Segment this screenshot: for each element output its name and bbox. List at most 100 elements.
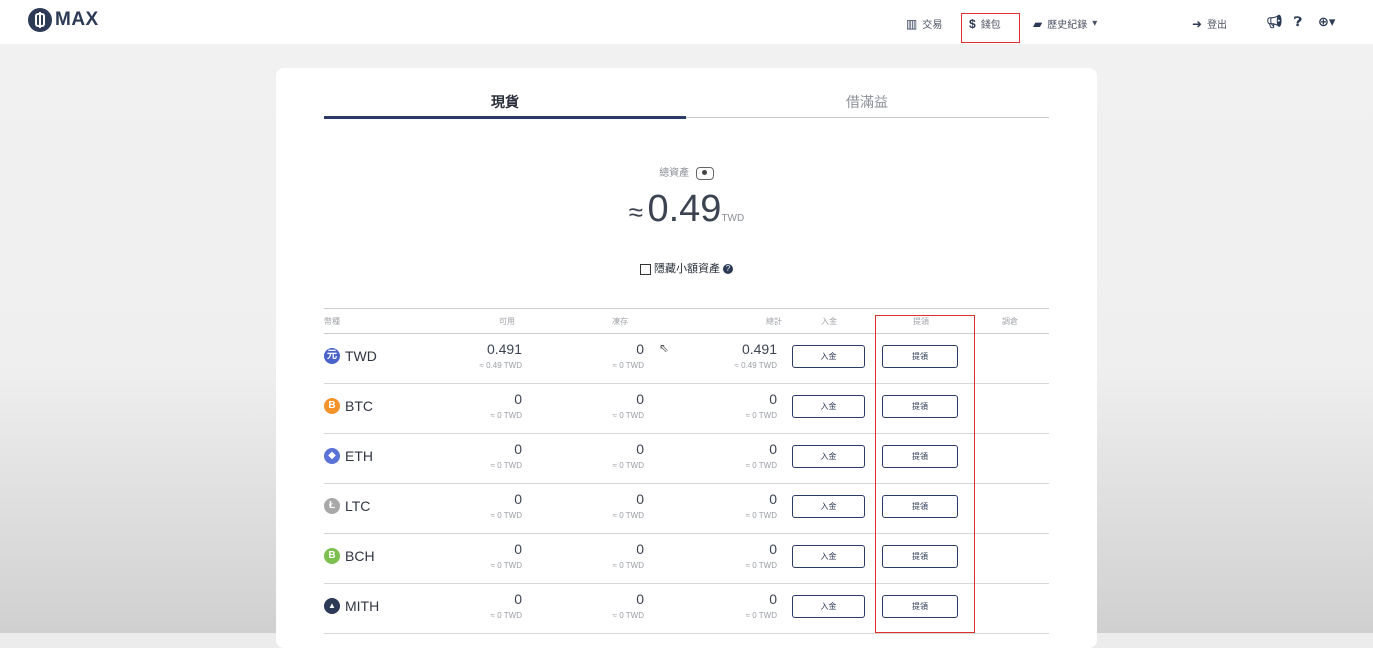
total-twd: ≈ 0 TWD [745,461,777,470]
available-twd: ≈ 0 TWD [490,511,522,520]
locked-twd: ≈ 0 TWD [612,561,644,570]
locked-value: 0 [636,441,644,457]
coin-cell: 元 TWD [324,348,377,364]
th-currency: 幣種 [324,317,340,326]
tab-spot[interactable]: 現貨 [324,92,686,112]
available-value: 0 [514,591,522,607]
nav-history-label: 歷史紀錄 [1047,20,1088,31]
ltc-icon: Ł [324,498,340,514]
coin-name: TWD [345,348,377,364]
deposit-button[interactable]: 入金 [792,445,865,468]
locked-twd: ≈ 0 TWD [612,461,644,470]
eth-icon: ◆ [324,448,340,464]
total-twd: ≈ 0 TWD [745,411,777,420]
total-value: 0 [769,541,777,557]
locked-twd: ≈ 0 TWD [612,411,644,420]
total-cell: 0 ≈ 0 TWD [697,591,777,620]
chevron-down-icon: ▾ [1092,18,1098,29]
coin-cell: B BTC [324,398,373,414]
available-cell: 0 ≈ 0 TWD [442,441,522,470]
announcement-icon[interactable]: 📢︎ [1266,14,1283,30]
nav-logout-label: 登出 [1207,20,1228,31]
btc-icon: B [324,398,340,414]
th-total: 總計 [766,317,782,326]
available-twd: ≈ 0 TWD [490,411,522,420]
deposit-button[interactable]: 入金 [792,495,865,518]
available-twd: ≈ 0 TWD [490,561,522,570]
available-cell: 0 ≈ 0 TWD [442,391,522,420]
coin-name: BCH [345,548,375,564]
locked-value: 0 [636,341,644,357]
locked-cell: 0 ≈ 0 TWD [564,441,644,470]
available-twd: ≈ 0.49 TWD [479,361,522,370]
hide-small-assets[interactable]: 隱藏小額資產? [276,260,1097,276]
globe-language-icon[interactable]: ⊕▾ [1318,14,1335,30]
tab-margin[interactable]: 借滿益 [686,92,1048,112]
coin-cell: B BCH [324,548,375,564]
coin-cell: Ł LTC [324,498,370,514]
asset-tabs: 現貨 借滿益 [324,92,1049,119]
locked-value: 0 [636,491,644,507]
active-tab-indicator [324,116,686,119]
deposit-button[interactable]: 入金 [792,595,865,618]
available-twd: ≈ 0 TWD [490,461,522,470]
total-value: 0 [769,391,777,407]
coin-cell: ◆ ETH [324,448,373,464]
total-value: 0 [769,441,777,457]
nav-trade[interactable]: ▥ 交易 [906,16,943,32]
top-navbar: MAX ▥ 交易 $ 錢包 ▰ 歷史紀錄 ▾ ➜ 登出 📢︎ ❓︎ ⊕▾ [0,0,1373,44]
locked-cell: 0 ≈ 0 TWD [564,541,644,570]
available-value: 0 [514,491,522,507]
th-available: 可用 [499,317,515,326]
wallet-highlight-box [961,13,1020,43]
coin-cell: ▲ MITH [324,598,379,614]
locked-cell: 0 ≈ 0 TWD [564,391,644,420]
locked-value: 0 [636,391,644,407]
total-value: 0 [769,491,777,507]
available-value: 0 [514,441,522,457]
available-value: 0 [514,391,522,407]
locked-value: 0 [636,541,644,557]
locked-value: 0 [636,591,644,607]
withdraw-column-highlight [875,315,975,633]
total-unit: TWD [721,213,745,224]
total-cell: 0 ≈ 0 TWD [697,541,777,570]
total-twd: ≈ 0 TWD [745,511,777,520]
help-icon[interactable]: ❓︎ [1294,14,1302,30]
available-cell: 0 ≈ 0 TWD [442,491,522,520]
total-twd: ≈ 0 TWD [745,611,777,620]
coin-name: LTC [345,498,371,514]
bar-chart-icon: ▥ [906,16,918,31]
book-icon: ▰ [1033,16,1043,31]
question-icon[interactable]: ? [723,264,733,275]
locked-cell: 0 ≈ 0 TWD [564,341,644,370]
max-logo[interactable]: MAX [28,8,99,32]
available-cell: 0 ≈ 0 TWD [442,591,522,620]
available-value: 0.491 [486,341,522,357]
brand-name: MAX [55,9,99,30]
total-cell: 0 ≈ 0 TWD [697,391,777,420]
total-twd: ≈ 0 TWD [745,561,777,570]
max-logo-icon [28,8,52,32]
deposit-button[interactable]: 入金 [792,395,865,418]
hide-small-checkbox[interactable] [640,263,651,275]
twd-icon: 元 [324,348,340,364]
locked-twd: ≈ 0 TWD [612,361,644,370]
total-cell: 0 ≈ 0 TWD [697,441,777,470]
available-cell: 0.491 ≈ 0.49 TWD [442,341,522,370]
nav-history[interactable]: ▰ 歷史紀錄 ▾ [1033,16,1098,32]
locked-cell: 0 ≈ 0 TWD [564,591,644,620]
coin-name: MITH [345,598,380,614]
assets-card: 現貨 借滿益 總資產 ≈ 0.49TWD 隱藏小額資產? 幣種 可用 凍存 總計… [276,68,1097,648]
deposit-button[interactable]: 入金 [792,345,865,368]
deposit-button[interactable]: 入金 [792,545,865,568]
nav-logout[interactable]: ➜ 登出 [1192,16,1228,32]
nav-trade-label: 交易 [922,20,943,31]
total-value: 0 [769,591,777,607]
sign-out-icon: ➜ [1192,16,1203,31]
coin-name: BTC [345,398,373,414]
locked-cell: 0 ≈ 0 TWD [564,491,644,520]
total-assets-value: ≈ 0.49TWD [276,188,1097,231]
available-cell: 0 ≈ 0 TWD [442,541,522,570]
eye-icon[interactable] [695,166,714,180]
